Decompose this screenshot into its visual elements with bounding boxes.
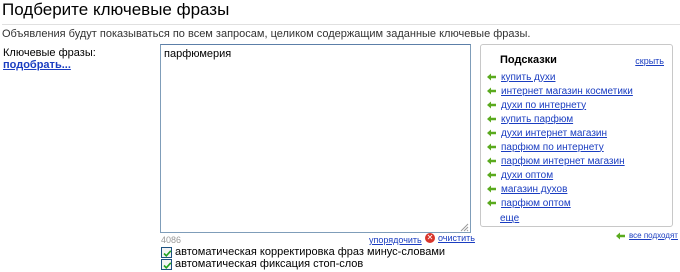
auto-correct-checkbox[interactable] [161,246,172,258]
pick-keywords-link[interactable]: подобрать... [3,59,71,71]
hint-text[interactable]: купить парфюм [501,114,573,125]
page-title: Подберите ключевые фразы [2,0,230,19]
green-left-arrow-icon[interactable] [487,199,496,207]
green-left-arrow-icon[interactable] [487,87,496,95]
keywords-label: Ключевые фразы: [3,47,96,59]
hints-panel: Подсказки скрыть купить духи интернет маг… [480,44,673,227]
clear-link[interactable]: очистить [438,233,475,243]
green-left-arrow-icon[interactable] [487,101,496,109]
checkmark-icon [163,261,172,269]
hint-item[interactable]: духи оптом [487,168,633,182]
page-subtitle: Объявления будут показываться по всем за… [2,28,531,40]
green-left-arrow-icon[interactable] [487,185,496,193]
hint-text[interactable]: духи интернет магазин [501,128,607,139]
resize-grip-icon[interactable] [459,222,469,232]
hint-item[interactable]: парфюм интернет магазин [487,154,633,168]
hint-item[interactable]: купить духи [487,70,633,84]
hint-item[interactable]: духи по интернету [487,98,633,112]
hint-text[interactable]: купить духи [501,72,555,83]
hint-text[interactable]: интернет магазин косметики [501,86,633,97]
more-hints-link[interactable]: еще [500,213,519,224]
clear-button[interactable]: ✕ очистить [425,233,475,243]
hint-text[interactable]: магазин духов [501,184,567,195]
close-circle-icon[interactable]: ✕ [425,233,435,243]
title-divider [2,24,680,25]
checkmark-icon [163,249,172,257]
hint-item[interactable]: купить парфюм [487,112,633,126]
auto-correct-label: автоматическая корректировка фраз минус-… [175,246,446,258]
hint-text[interactable]: парфюм интернет магазин [501,156,625,167]
green-left-arrow-icon[interactable] [487,157,496,165]
hints-list: купить духи интернет магазин косметики дух… [487,70,633,210]
green-left-arrow-icon[interactable] [487,115,496,123]
auto-stopwords-label: автоматическая фиксация стоп-слов [175,258,364,270]
hide-hints-link[interactable]: скрыть [635,56,664,66]
char-counter: 4086 [161,235,182,245]
green-left-arrow-icon[interactable] [487,171,496,179]
hint-item[interactable]: интернет магазин косметики [487,84,633,98]
sort-link[interactable]: упорядочить [369,235,422,245]
hint-text[interactable]: духи по интернету [501,100,586,111]
all-suitable-button[interactable]: все подходят [616,231,678,240]
green-left-arrow-icon[interactable] [487,129,496,137]
hint-item[interactable]: духи интернет магазин [487,126,633,140]
keywords-textarea[interactable] [160,44,471,233]
green-left-arrow-icon [616,232,625,239]
hint-text[interactable]: духи оптом [501,170,553,181]
hint-item[interactable]: магазин духов [487,182,633,196]
all-suitable-link[interactable]: все подходят [629,231,678,240]
auto-correct-option: автоматическая корректировка фраз минус-… [161,246,445,258]
auto-stopwords-checkbox[interactable] [161,258,172,270]
hint-item[interactable]: парфюм оптом [487,196,633,210]
hint-item[interactable]: парфюм по интернету [487,140,633,154]
hints-title: Подсказки [500,54,557,66]
green-left-arrow-icon[interactable] [487,143,496,151]
green-left-arrow-icon[interactable] [487,73,496,81]
hint-text[interactable]: парфюм по интернету [501,142,604,153]
hint-text[interactable]: парфюм оптом [501,198,571,209]
auto-stopwords-option: автоматическая фиксация стоп-слов [161,258,363,270]
